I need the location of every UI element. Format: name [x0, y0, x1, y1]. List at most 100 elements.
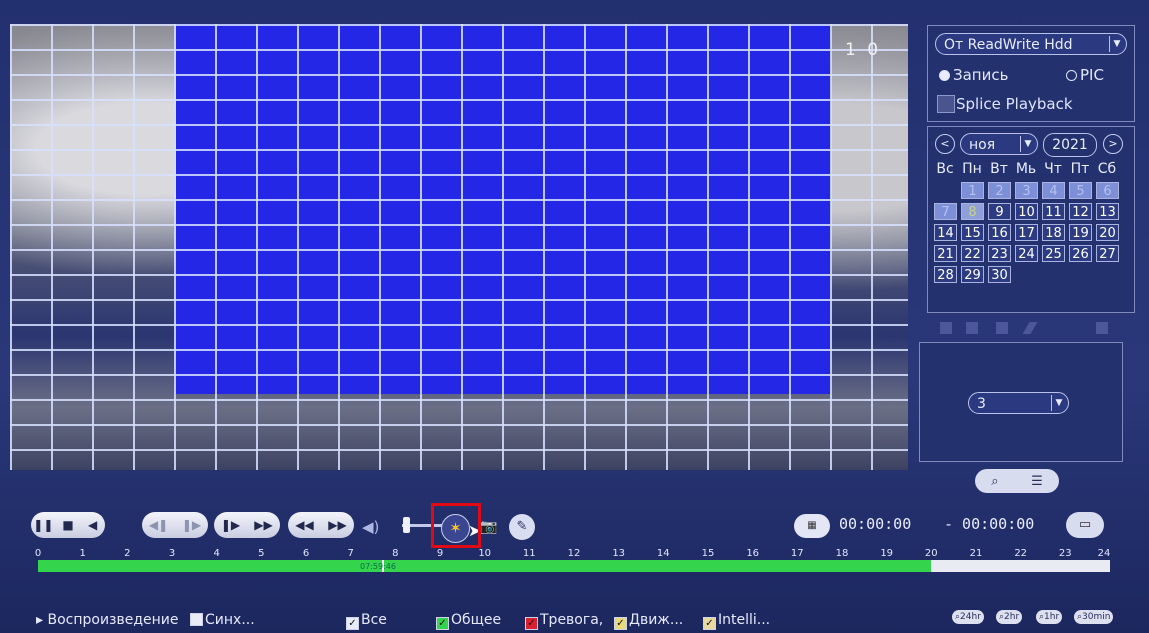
step-back-icon[interactable]: ◀❚: [148, 518, 170, 532]
channel-label: 1 0: [845, 40, 882, 60]
video-view[interactable]: 1 0: [10, 24, 908, 470]
intelli-checkbox[interactable]: ✓ Intelli...: [703, 612, 770, 630]
motion-checkbox[interactable]: ✓ Движ...: [614, 612, 683, 630]
volume-icon[interactable]: ◀): [362, 518, 379, 536]
calendar-day[interactable]: 11: [1042, 203, 1065, 220]
zoom-30min-button[interactable]: ⌕30min: [1074, 610, 1114, 624]
channel-select-value: 3: [977, 396, 986, 412]
pen-icon[interactable]: [1022, 322, 1038, 334]
calendar-day[interactable]: 27: [1096, 245, 1119, 262]
calendar-day[interactable]: 6: [1096, 182, 1119, 199]
prev-month-button[interactable]: <: [935, 134, 955, 154]
weekday-label: Вс: [936, 161, 954, 177]
step-group: ◀❚ ❚▶: [142, 512, 208, 538]
tick-label: 10: [478, 548, 492, 559]
motion-grid[interactable]: [10, 24, 908, 470]
calendar-day[interactable]: 15: [961, 224, 984, 241]
motion-label: Движ...: [629, 612, 684, 628]
pin-icon[interactable]: ✎: [509, 514, 535, 540]
weekday-label: Вт: [990, 161, 1008, 177]
radio-icon: [1066, 70, 1077, 81]
record-radio[interactable]: Запись: [939, 66, 1008, 84]
calendar-day[interactable]: 1: [961, 182, 984, 199]
tick-label: 9: [436, 548, 444, 559]
weekday-label: Мь: [1015, 161, 1037, 177]
calendar-day-selected[interactable]: 8: [961, 203, 984, 220]
zoom-1hr-button[interactable]: ⌕1hr: [1036, 610, 1063, 624]
zoom-2hr-button[interactable]: ⌕2hr: [996, 610, 1023, 624]
timeline-track[interactable]: 07:59:46: [38, 560, 1110, 572]
layout-4-icon[interactable]: [966, 322, 978, 334]
search-icon[interactable]: ⌕: [991, 474, 998, 489]
channel-select[interactable]: 3 ▼: [968, 392, 1069, 414]
calendar-day[interactable]: 4: [1042, 182, 1065, 199]
list-icon[interactable]: ☰: [1031, 474, 1043, 489]
clip-icon[interactable]: ▦: [794, 514, 830, 538]
tick-label: 19: [880, 548, 894, 559]
layout-9-icon[interactable]: [996, 322, 1008, 334]
calendar-day[interactable]: 10: [1015, 203, 1038, 220]
calendar-day[interactable]: 22: [961, 245, 984, 262]
calendar-day[interactable]: 14: [934, 224, 957, 241]
calendar-day[interactable]: 12: [1069, 203, 1092, 220]
tick-label: 11: [522, 548, 536, 559]
tick-label: 17: [790, 548, 804, 559]
tick-label: 24: [1097, 548, 1111, 559]
calendar-day[interactable]: 16: [988, 224, 1011, 241]
calendar-day[interactable]: 3: [1015, 182, 1038, 199]
calendar-day[interactable]: 5: [1069, 182, 1092, 199]
speed-group: ❚▶ ▶▶: [214, 512, 280, 538]
calendar-day[interactable]: 26: [1069, 245, 1092, 262]
calendar-day[interactable]: 18: [1042, 224, 1065, 241]
pause-icon[interactable]: ❚❚: [32, 518, 54, 532]
previous-icon[interactable]: ◀◀: [294, 518, 316, 532]
calendar-day[interactable]: 25: [1042, 245, 1065, 262]
calendar-day[interactable]: 30: [988, 266, 1011, 283]
calendar-day[interactable]: 24: [1015, 245, 1038, 262]
splice-checkbox[interactable]: [937, 95, 955, 113]
stop-icon[interactable]: ■: [57, 518, 79, 532]
play-group: ❚❚ ■ ◀: [31, 512, 105, 538]
check-icon: ✓: [525, 617, 538, 630]
tick-label: 8: [392, 548, 399, 559]
tick-label: 2: [124, 548, 131, 559]
general-checkbox[interactable]: ✓ Общее: [436, 612, 501, 630]
zoom-label: 30min: [1082, 612, 1111, 622]
playback-mode-text: Воспроизведение: [47, 612, 179, 628]
alarm-checkbox[interactable]: ✓ Тревога,: [525, 612, 603, 630]
play-backward-icon[interactable]: ◀: [82, 518, 104, 532]
calendar-day[interactable]: 29: [961, 266, 984, 283]
save-icon[interactable]: ▭: [1066, 512, 1104, 538]
calendar-day[interactable]: 19: [1069, 224, 1092, 241]
calendar-day[interactable]: 17: [1015, 224, 1038, 241]
pic-radio[interactable]: PIC: [1066, 66, 1104, 84]
tick-label: 23: [1058, 548, 1072, 559]
weekday-label: Пн: [962, 161, 982, 177]
source-select[interactable]: От ReadWrite Hdd ▼: [935, 33, 1127, 55]
alarm-label: Тревога,: [540, 612, 604, 628]
year-field[interactable]: 2021: [1043, 133, 1097, 157]
calendar-day[interactable]: 20: [1096, 224, 1119, 241]
next-month-button[interactable]: >: [1103, 134, 1123, 154]
sync-label: Синх...: [205, 612, 255, 628]
weekday-label: Пт: [1070, 161, 1090, 177]
calendar-day[interactable]: 9: [988, 203, 1011, 220]
calendar-day[interactable]: 28: [934, 266, 957, 283]
calendar-day[interactable]: 23: [988, 245, 1011, 262]
volume-slider-handle[interactable]: [403, 517, 410, 533]
sync-checkbox[interactable]: Синх...: [190, 612, 255, 628]
all-checkbox[interactable]: ✓ Все: [346, 612, 387, 630]
calendar-day[interactable]: 7: [934, 203, 957, 220]
fast-forward-icon[interactable]: ▶▶: [253, 518, 275, 532]
slow-play-icon[interactable]: ❚▶: [220, 518, 242, 532]
calendar-day[interactable]: 2: [988, 182, 1011, 199]
fullscreen-icon[interactable]: [1096, 322, 1108, 334]
snapshot-icon[interactable]: 📷: [480, 515, 502, 539]
month-select[interactable]: ноя ▼: [960, 133, 1038, 155]
calendar-day[interactable]: 21: [934, 245, 957, 262]
step-forward-icon[interactable]: ❚▶: [181, 518, 203, 532]
calendar-day[interactable]: 13: [1096, 203, 1119, 220]
zoom-24hr-button[interactable]: ⌕24hr: [952, 610, 984, 624]
layout-1-icon[interactable]: [940, 322, 952, 334]
next-icon[interactable]: ▶▶: [327, 518, 349, 532]
